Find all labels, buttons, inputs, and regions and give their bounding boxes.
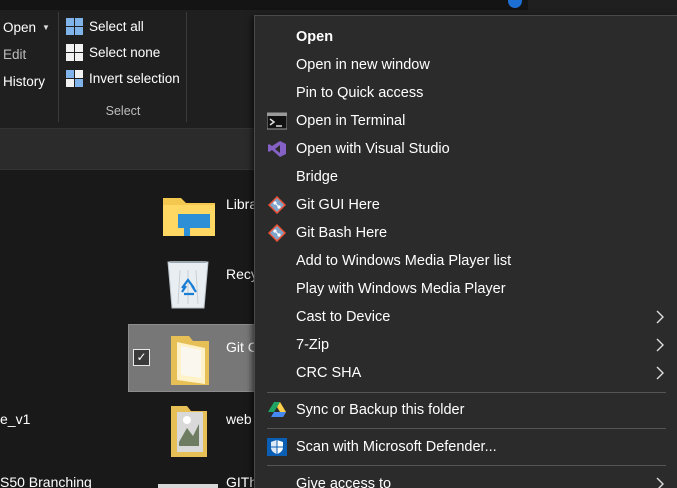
menu-item-label: Give access to [296,476,392,488]
menu-item-label: Open with Visual Studio [296,141,450,157]
menu-item-git-gui[interactable]: Git GUI Here [255,191,677,219]
context-menu: Open Open in new window Pin to Quick acc… [254,15,677,488]
menu-separator [267,392,666,393]
ribbon-divider [58,12,59,122]
edit-label: Edit [3,47,27,62]
select-all-button[interactable]: Select all [66,18,144,35]
select-all-label: Select all [89,19,144,34]
menu-item-crc-sha[interactable]: CRC SHA [255,359,677,387]
menu-item-label: Open in new window [296,57,430,73]
invert-selection-label: Invert selection [89,71,180,86]
menu-item-git-bash[interactable]: Git Bash Here [255,219,677,247]
menu-item-open-new-window[interactable]: Open in new window [255,51,677,79]
menu-item-sync-backup[interactable]: Sync or Backup this folder [255,396,677,424]
defender-shield-icon [267,438,287,456]
menu-item-label: 7-Zip [296,337,330,353]
web-folder-label[interactable]: web [226,411,252,427]
select-group-label: Select [105,104,141,118]
menu-item-play-wmp[interactable]: Play with Windows Media Player [255,275,677,303]
menu-item-label: Scan with Microsoft Defender... [296,439,497,455]
menu-item-label: Open [296,29,334,45]
menu-item-label: Cast to Device [296,309,391,325]
chevron-right-icon [656,338,664,352]
item-checkbox[interactable]: ✓ [133,349,150,366]
menu-item-label: Pin to Quick access [296,85,424,101]
libraries-folder-icon[interactable] [160,190,218,240]
select-all-icon [66,18,83,35]
menu-item-label: Git GUI Here [296,197,380,213]
git-icon [268,196,286,214]
menu-item-open-terminal[interactable]: Open in Terminal [255,107,677,135]
menu-item-give-access[interactable]: Give access to [255,470,677,488]
select-none-icon [66,44,83,61]
menu-item-label: Add to Windows Media Player list [296,253,512,269]
menu-item-label: Git Bash Here [296,225,388,241]
menu-item-pin-quick-access[interactable]: Pin to Quick access [255,79,677,107]
file-name-label[interactable]: S50 Branching [0,474,92,488]
google-drive-icon [268,402,286,417]
menu-item-open[interactable]: Open [255,23,677,51]
menu-item-label: Bridge [296,169,338,185]
open-button[interactable]: Open ▼ [3,20,50,35]
menu-separator [267,465,666,466]
menu-item-add-wmp-list[interactable]: Add to Windows Media Player list [255,247,677,275]
chevron-right-icon [656,310,664,324]
edit-button[interactable]: Edit [3,47,26,62]
menu-item-cast-to-device[interactable]: Cast to Device [255,303,677,331]
chevron-right-icon [656,366,664,380]
menu-item-open-visual-studio[interactable]: Open with Visual Studio [255,135,677,163]
git-icon [268,224,286,242]
libraries-label[interactable]: Libra [226,196,257,212]
recycle-bin-icon[interactable] [162,256,214,312]
ribbon-divider [186,12,187,122]
select-none-button[interactable]: Select none [66,44,160,61]
history-label: History [3,74,46,89]
chevron-right-icon [656,477,664,488]
githu-folder-label[interactable]: GITh [226,474,257,488]
terminal-icon [267,112,287,130]
select-none-label: Select none [89,45,161,60]
menu-separator [267,428,666,429]
invert-selection-button[interactable]: Invert selection [66,70,180,87]
visual-studio-icon [268,141,286,157]
web-folder-icon[interactable] [165,402,213,460]
open-label: Open [3,20,37,35]
chevron-down-icon: ▼ [42,23,50,32]
menu-item-bridge[interactable]: Bridge [255,163,677,191]
menu-item-label: CRC SHA [296,365,362,381]
history-button[interactable]: History [3,74,45,89]
menu-item-label: Open in Terminal [296,113,406,129]
menu-item-scan-defender[interactable]: Scan with Microsoft Defender... [255,433,677,461]
file-name-label[interactable]: e_v1 [0,411,30,427]
invert-selection-icon [66,70,83,87]
thumbnail-edge [158,484,218,488]
menu-item-label: Play with Windows Media Player [296,281,506,297]
menu-item-7zip[interactable]: 7-Zip [255,331,677,359]
title-strip [0,0,528,10]
menu-item-label: Sync or Backup this folder [296,402,465,418]
git-folder-icon[interactable] [165,330,215,388]
